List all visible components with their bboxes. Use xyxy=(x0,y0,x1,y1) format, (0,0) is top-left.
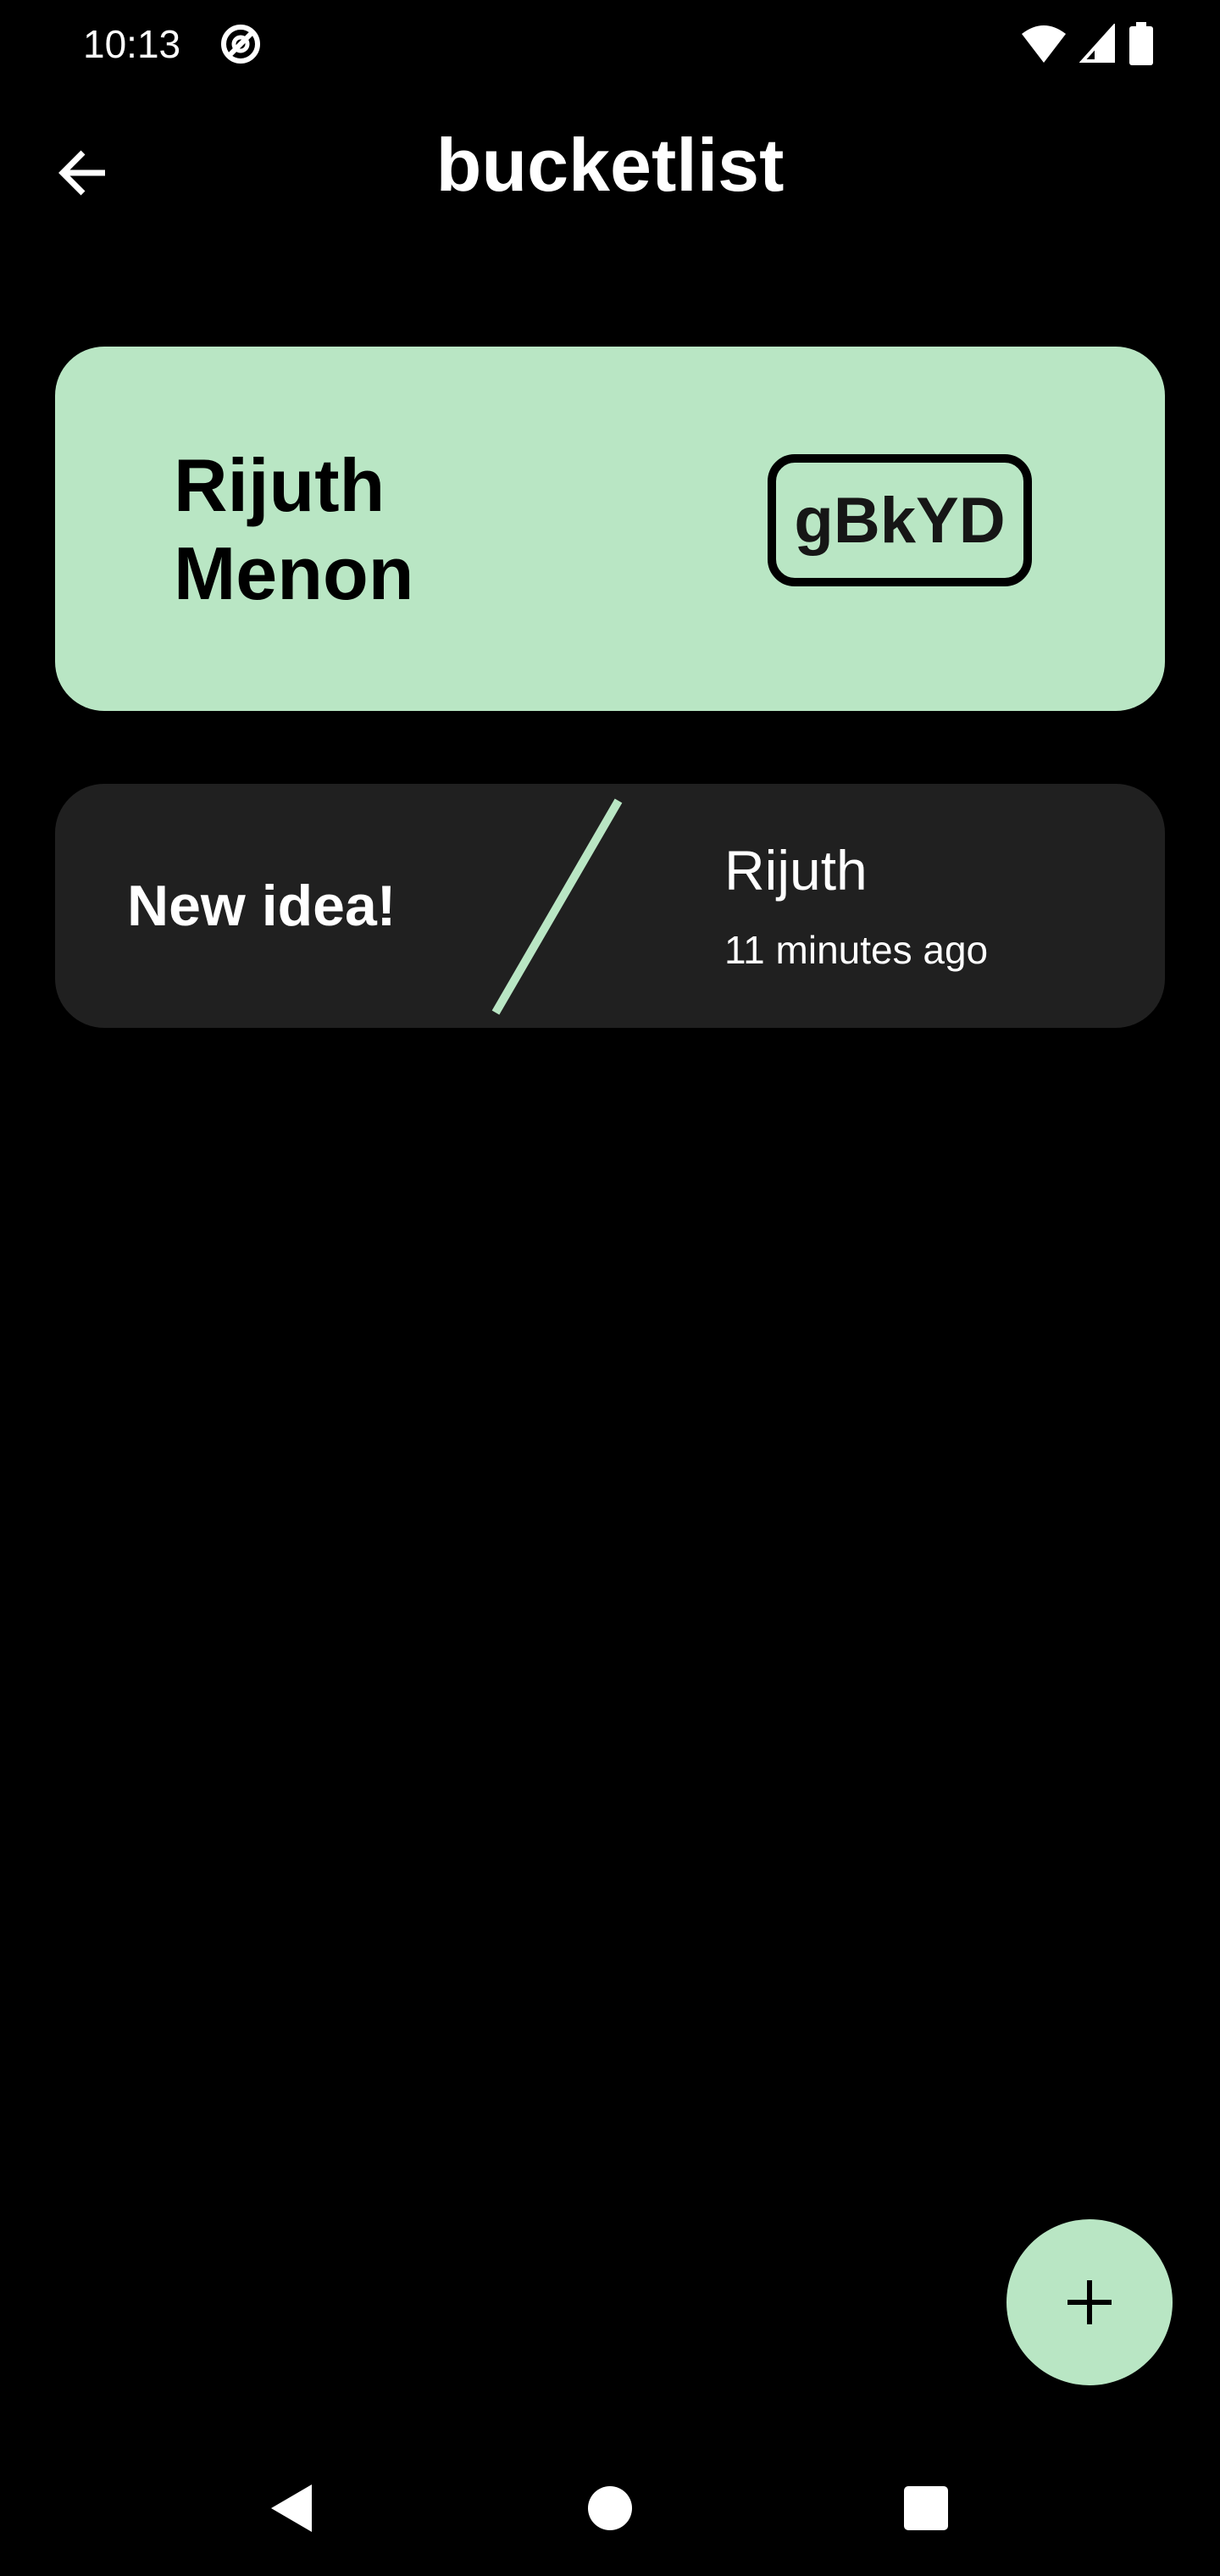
status-time: 10:13 xyxy=(83,22,181,66)
room-code-badge[interactable]: gBkYD xyxy=(768,454,1032,586)
nav-home-icon xyxy=(588,2486,632,2530)
cellular-signal-icon xyxy=(1079,24,1115,63)
app-bar: bucketlist xyxy=(0,110,1220,220)
status-icons xyxy=(1020,20,1154,68)
nav-back-button[interactable] xyxy=(224,2440,359,2576)
battery-icon xyxy=(1129,22,1153,65)
plus-icon xyxy=(1068,2280,1112,2324)
profile-card: Rijuth Menon gBkYD xyxy=(55,347,1165,711)
wifi-icon xyxy=(1022,25,1066,63)
back-button[interactable] xyxy=(37,127,129,219)
page-title: bucketlist xyxy=(435,123,785,207)
idea-card[interactable]: New idea! Rijuth 11 minutes ago xyxy=(55,784,1165,1028)
profile-name: Rijuth Menon xyxy=(174,443,414,615)
nav-back-icon xyxy=(271,2484,312,2532)
nav-recents-button[interactable] xyxy=(858,2440,994,2576)
idea-timestamp: 11 minutes ago xyxy=(724,928,989,972)
status-bar: 10:13 xyxy=(0,0,1220,85)
idea-author: Rijuth xyxy=(724,839,868,902)
nav-home-button[interactable] xyxy=(542,2440,678,2576)
data-saver-icon xyxy=(221,25,260,64)
divider-slash xyxy=(491,798,623,1015)
add-idea-button[interactable] xyxy=(1006,2219,1173,2385)
arrow-back-icon xyxy=(58,150,105,196)
navigation-bar xyxy=(0,2440,1220,2576)
nav-recents-icon xyxy=(904,2486,948,2530)
